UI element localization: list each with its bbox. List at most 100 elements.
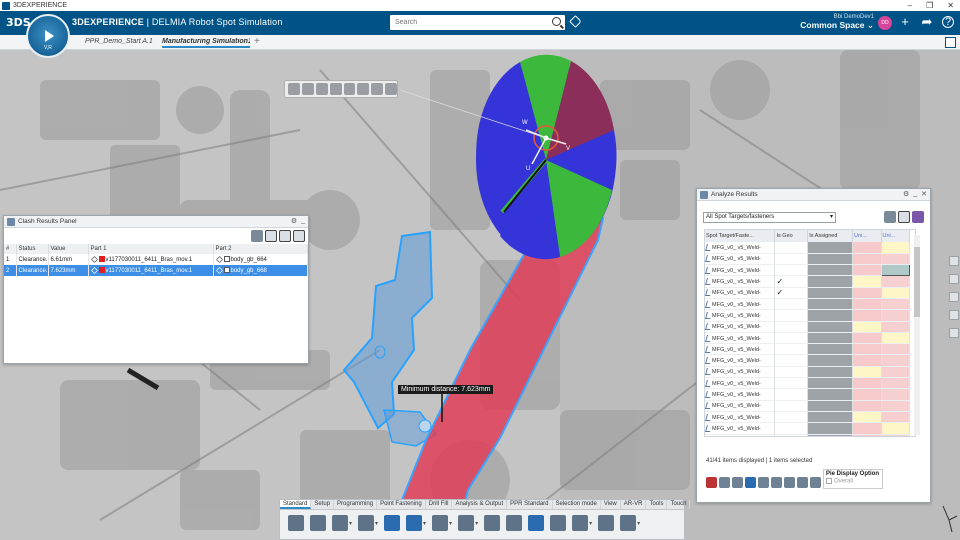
filter-icon[interactable] xyxy=(884,211,896,223)
undo-icon[interactable] xyxy=(358,515,375,531)
tab-analysis-output[interactable]: Analysis & Output xyxy=(452,500,508,509)
document-icon[interactable] xyxy=(620,515,637,531)
refresh-icon[interactable] xyxy=(810,477,821,488)
vertical-scrollbar[interactable] xyxy=(914,235,920,435)
tab-ppr-standard[interactable]: PPR Standard xyxy=(507,500,553,509)
spot-row[interactable]: MFG_v0_ v5_Weld- xyxy=(705,298,911,311)
spot-row[interactable]: MFG_v0_ v5_Weld- xyxy=(705,400,911,412)
spot-row[interactable]: MFG_v0_ v5_Weld- xyxy=(705,309,911,322)
tree-icon[interactable] xyxy=(458,515,475,531)
scrollbar-thumb[interactable] xyxy=(914,247,920,317)
edge-tool-2-icon[interactable] xyxy=(949,274,959,284)
search-input[interactable] xyxy=(390,15,545,30)
chevron-down-icon[interactable]: ▾ xyxy=(637,520,640,527)
measure-icon[interactable] xyxy=(506,515,523,531)
compass-tool-icon[interactable] xyxy=(432,515,449,531)
report-icon[interactable] xyxy=(758,477,769,488)
color-legend-icon[interactable] xyxy=(912,211,924,223)
clash-row-selected[interactable]: 2 Clearance... 7.623mm v1177030011_6411_… xyxy=(4,265,308,276)
col-part2[interactable]: Part 2 xyxy=(213,244,308,254)
spot-row[interactable]: MFG_v0_ v5_Weld- xyxy=(705,434,911,436)
spot-row[interactable]: MFG_v0_ v5_Weld- xyxy=(705,366,911,379)
table-view-icon[interactable] xyxy=(898,211,910,223)
spot-row[interactable]: MFG_v0_ v5_Weld- xyxy=(705,422,911,435)
spot-row[interactable]: MFG_v0_ v5_Weld- ✓ xyxy=(705,275,911,288)
globe-icon[interactable] xyxy=(732,477,743,488)
clash-row[interactable]: 1 Clearance... 6.61mm v1177030011_6411_B… xyxy=(4,254,308,265)
spot-filter-select[interactable]: All Spot Targets/fasteners ▾ xyxy=(703,212,836,223)
collab-space-selector[interactable]: Common Space ⌄ xyxy=(790,20,874,31)
restore-button[interactable]: ❐ xyxy=(926,0,933,11)
spot-row[interactable]: MFG_v0_ v5_Weld- xyxy=(705,388,911,401)
pie-chart-icon[interactable] xyxy=(706,477,717,488)
col-uni-2[interactable]: Uni... xyxy=(881,230,911,242)
tab-tools[interactable]: Tools xyxy=(646,500,668,509)
axis-triad-icon[interactable] xyxy=(940,476,958,536)
tab-setup[interactable]: Setup xyxy=(311,500,335,509)
minimize-icon[interactable]: _ xyxy=(913,190,917,198)
annotate-icon[interactable] xyxy=(598,515,615,531)
minimize-icon[interactable]: _ xyxy=(301,217,305,225)
tag-icon[interactable] xyxy=(569,15,582,28)
spot-row[interactable]: MFG_v0_ v5_Weld- ✓ xyxy=(705,287,911,299)
edge-tool-3-icon[interactable] xyxy=(949,292,959,302)
col-is-assigned[interactable]: Is Assigned xyxy=(807,230,854,242)
robot-tool-icon[interactable] xyxy=(357,83,370,95)
share-icon[interactable]: ➦ xyxy=(920,15,934,29)
robot-weld-icon[interactable] xyxy=(371,83,384,95)
compass-button[interactable]: V,R xyxy=(26,14,70,58)
spot-row[interactable]: MFG_v0_ v5_Weld- xyxy=(705,332,911,345)
snap-icon[interactable] xyxy=(484,515,501,531)
tab-manufacturing-simulation[interactable]: Manufacturing Simulation1 xyxy=(162,38,250,48)
col-is-geo[interactable]: Is Geo xyxy=(774,230,809,242)
col-part1[interactable]: Part 1 xyxy=(88,244,214,254)
tab-touch[interactable]: Touch xyxy=(667,500,691,509)
col-uni-1[interactable]: Uni... xyxy=(852,230,882,242)
robot-move-icon[interactable] xyxy=(315,83,328,95)
col-status[interactable]: Status xyxy=(16,244,49,254)
col-spot-target[interactable]: Spot Target/Faste... xyxy=(705,230,776,242)
overall-checkbox[interactable] xyxy=(826,478,832,484)
analyze-panel-titlebar[interactable]: Analyze Results ⚙ _ ✕ xyxy=(697,189,930,201)
clash-zoom-icon[interactable] xyxy=(279,230,291,242)
camera-icon[interactable] xyxy=(949,310,959,320)
col-value[interactable]: Value xyxy=(48,244,89,254)
tab-programming[interactable]: Programming xyxy=(334,500,378,509)
robot-jog-icon[interactable] xyxy=(301,83,314,95)
chevron-down-icon[interactable]: ▾ xyxy=(423,520,426,527)
simulation-play-icon[interactable] xyxy=(406,515,423,531)
chevron-down-icon[interactable]: ▾ xyxy=(449,520,452,527)
grid-icon[interactable] xyxy=(745,477,756,488)
tab-selection-mode[interactable]: Selection mode xyxy=(553,500,601,509)
add-tab-button[interactable]: + xyxy=(254,36,260,47)
robot-settings-icon[interactable] xyxy=(385,83,397,95)
search-box[interactable] xyxy=(390,15,565,30)
robot-program-icon[interactable] xyxy=(384,515,401,531)
spot-row[interactable]: MFG_v0_ v5_Weld- xyxy=(705,321,911,333)
spot-row[interactable]: MFG_v0_ v5_Weld- xyxy=(705,264,911,277)
clash-panel-titlebar[interactable]: Clash Results Panel ⚙ _ xyxy=(4,216,308,228)
clash-view-icon[interactable] xyxy=(265,230,277,242)
spot-row[interactable]: MFG_v0_ v5_Weld- xyxy=(705,242,911,254)
minimize-button[interactable]: – xyxy=(908,0,912,11)
chevron-down-icon[interactable]: ▾ xyxy=(475,520,478,527)
chevron-down-icon[interactable]: ▾ xyxy=(349,520,352,527)
help-icon[interactable]: ? xyxy=(942,16,954,28)
spot-row[interactable]: MFG_v0_ v5_Weld- xyxy=(705,253,911,266)
edge-tool-5-icon[interactable] xyxy=(949,328,959,338)
close-icon[interactable]: ✕ xyxy=(921,190,927,198)
tab-ppr-demo[interactable]: PPR_Demo_Start A.1 xyxy=(85,38,153,45)
robot-teach-icon[interactable] xyxy=(288,83,300,95)
chevron-down-icon[interactable]: ▾ xyxy=(375,520,378,527)
section-icon[interactable] xyxy=(550,515,567,531)
expand-icon[interactable] xyxy=(945,37,956,48)
col-number[interactable]: # xyxy=(4,244,17,254)
paste-icon[interactable] xyxy=(332,515,348,531)
spot-stats-icon[interactable] xyxy=(719,477,730,488)
search-icon[interactable] xyxy=(552,17,561,26)
close-button[interactable]: ✕ xyxy=(947,0,954,11)
spot-row[interactable]: MFG_v0_ v5_Weld- xyxy=(705,411,911,424)
clash-export-icon[interactable] xyxy=(293,230,305,242)
user-block[interactable]: Bbi DemoDev1 Common Space ⌄ xyxy=(790,14,874,31)
filter-tool-icon[interactable] xyxy=(251,230,263,242)
